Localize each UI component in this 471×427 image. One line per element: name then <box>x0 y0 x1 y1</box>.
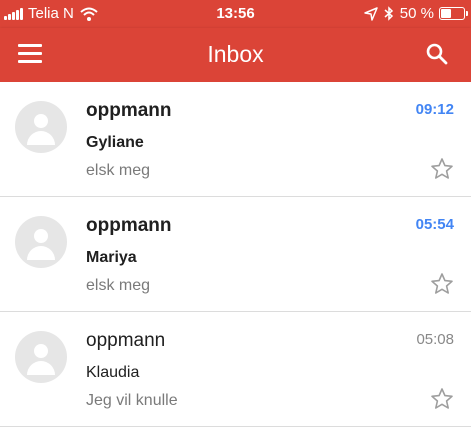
message-time: 05:54 <box>415 216 454 233</box>
battery-fill <box>441 9 451 18</box>
message-snippet: elsk meg <box>86 277 151 294</box>
avatar-head <box>34 114 48 128</box>
message-sender: oppmann <box>86 215 172 236</box>
star-icon[interactable] <box>430 157 454 181</box>
message-sender: oppmann <box>86 100 172 121</box>
message-sender: oppmann <box>86 330 166 351</box>
battery-percent: 50 % <box>399 5 434 22</box>
message-list: oppmann Gyliane elsk meg 09:12 oppmann Mariya… <box>0 82 471 427</box>
location-arrow-icon <box>364 6 378 21</box>
avatar-head <box>34 229 48 243</box>
message-subject: Klaudia <box>86 364 140 381</box>
avatar-head <box>34 344 48 358</box>
message-subject: Gyliane <box>86 134 144 151</box>
star-icon[interactable] <box>430 387 454 411</box>
avatar <box>15 216 67 268</box>
avatar <box>15 101 67 153</box>
message-row[interactable]: oppmann Mariya elsk meg 05:54 <box>0 197 471 312</box>
avatar-shoulders <box>27 246 55 260</box>
message-time: 09:12 <box>415 101 454 118</box>
message-subject: Mariya <box>86 249 137 266</box>
avatar <box>15 331 67 383</box>
status-bar: Telia N 13:56 50 % <box>0 0 471 28</box>
bluetooth-icon <box>384 6 393 21</box>
message-time: 05:08 <box>416 331 454 348</box>
avatar-shoulders <box>27 131 55 145</box>
avatar-shoulders <box>27 361 55 375</box>
status-bar-right: 50 % <box>364 5 468 22</box>
message-snippet: Jeg vil knulle <box>86 392 178 409</box>
message-row[interactable]: oppmann Klaudia Jeg vil knulle 05:08 <box>0 312 471 427</box>
search-icon[interactable] <box>425 42 449 66</box>
page-title: Inbox <box>207 41 264 67</box>
message-snippet: elsk meg <box>86 162 151 179</box>
battery-icon <box>439 7 468 20</box>
star-icon[interactable] <box>430 272 454 296</box>
message-row[interactable]: oppmann Gyliane elsk meg 09:12 <box>0 82 471 197</box>
app-bar: Inbox <box>0 28 471 82</box>
